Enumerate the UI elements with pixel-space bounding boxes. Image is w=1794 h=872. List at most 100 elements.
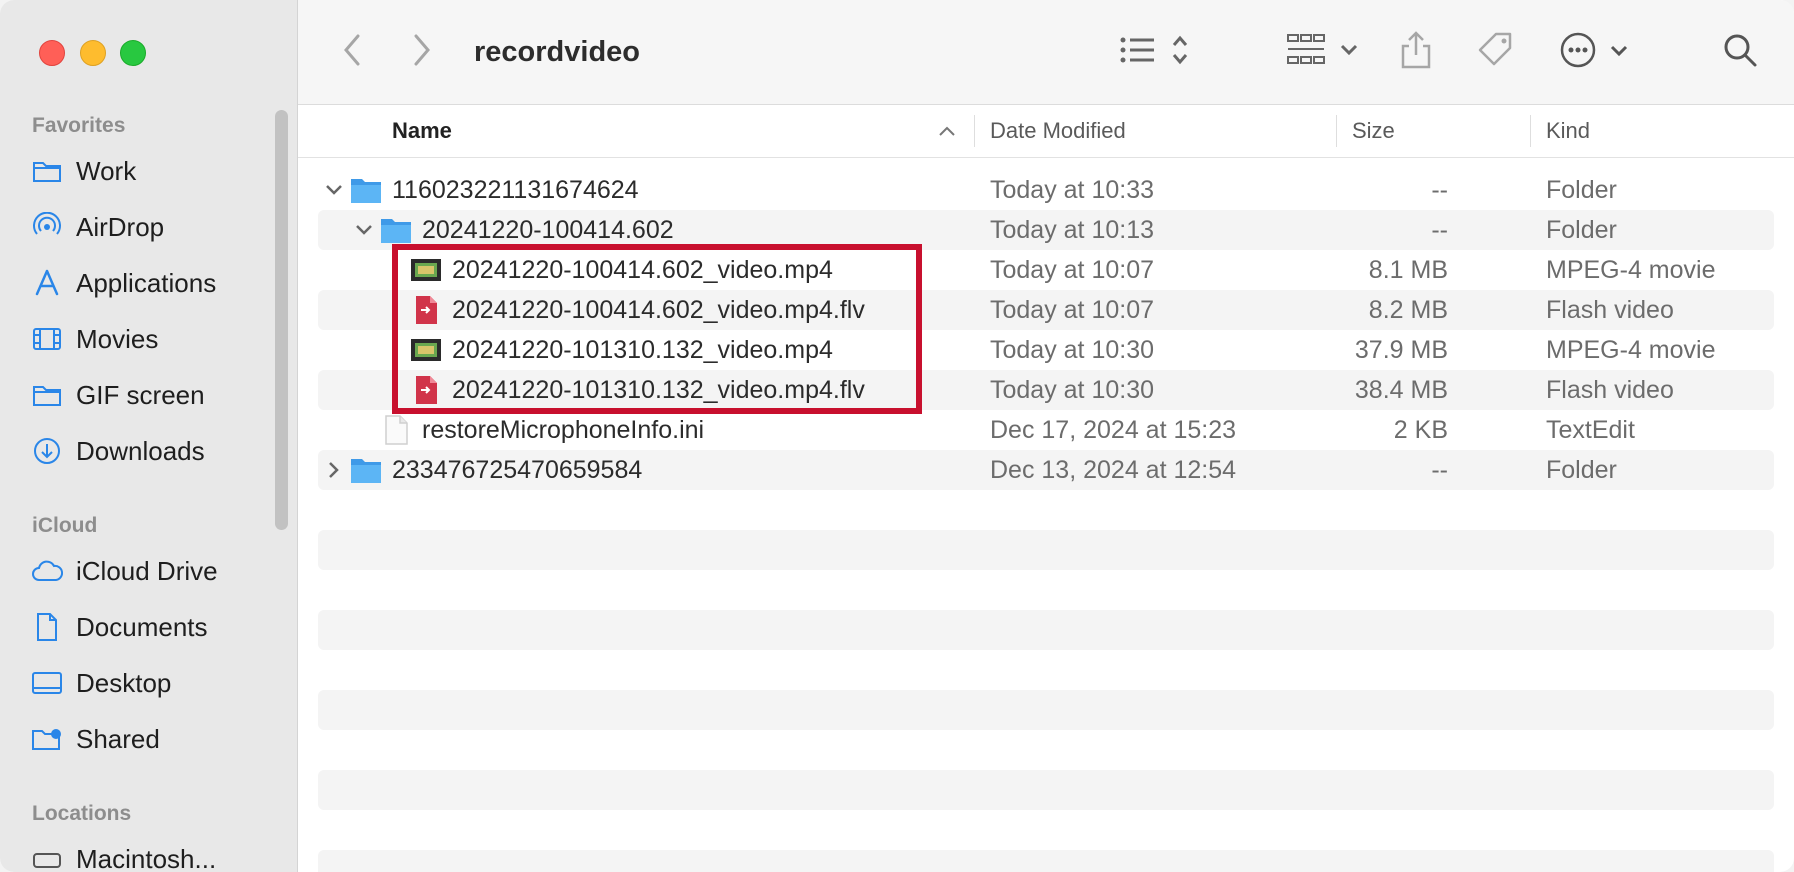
chevron-right-icon (412, 33, 432, 72)
text-file-icon (380, 415, 412, 445)
file-size: 38.4 MB (1354, 375, 1448, 404)
window-title: recordvideo (474, 36, 640, 68)
folder-icon (30, 380, 64, 410)
file-date: Dec 17, 2024 at 15:23 (990, 415, 1237, 444)
sidebar-item-label: Macintosh... (76, 843, 217, 872)
sidebar-section-favorites: Favorites (32, 114, 126, 137)
column-divider[interactable] (1336, 115, 1337, 147)
sidebar-item-downloads[interactable]: Downloads (30, 428, 280, 474)
file-name: 233476725470659584 (392, 455, 643, 484)
file-kind: MPEG-4 movie (1546, 335, 1716, 364)
search-icon (1722, 32, 1758, 73)
sidebar-section-icloud: iCloud (32, 514, 98, 537)
shared-folder-icon (30, 724, 64, 754)
document-icon (30, 612, 64, 642)
share-icon (1400, 30, 1432, 75)
sidebar-item-label: Desktop (76, 667, 172, 698)
file-date: Today at 10:07 (990, 255, 1155, 284)
file-date: Today at 10:07 (990, 295, 1155, 324)
sidebar-item-icloud-drive[interactable]: iCloud Drive (30, 548, 280, 594)
empty-row (318, 770, 1774, 810)
column-size-header[interactable]: Size (1352, 105, 1395, 157)
sidebar-item-gif-screen[interactable]: GIF screen (30, 372, 280, 418)
sidebar-scrollbar[interactable] (275, 110, 288, 530)
sidebar-item-movies[interactable]: Movies (30, 316, 280, 362)
file-row[interactable]: restoreMicrophoneInfo.ini Dec 17, 2024 a… (318, 410, 1774, 450)
file-row[interactable]: 233476725470659584 Dec 13, 2024 at 12:54… (318, 450, 1774, 490)
tag-button[interactable] (1474, 30, 1518, 74)
folder-icon (30, 156, 64, 186)
file-row[interactable]: 116023221131674624 Today at 10:33 -- Fol… (318, 170, 1774, 210)
file-date: Today at 10:13 (990, 215, 1155, 244)
chevron-down-icon[interactable] (323, 170, 345, 210)
sidebar-item-label: Downloads (76, 435, 205, 466)
minimize-window-button[interactable] (80, 40, 106, 66)
folder-icon (350, 175, 382, 205)
sidebar-item-desktop[interactable]: Desktop (30, 660, 280, 706)
column-name-header[interactable]: Name (392, 105, 452, 157)
file-kind: Folder (1546, 175, 1617, 204)
empty-row (318, 530, 1774, 570)
desktop-icon (30, 668, 64, 698)
file-size: 8.1 MB (1368, 255, 1448, 284)
column-divider[interactable] (974, 115, 975, 147)
ellipsis-circle-icon (1560, 30, 1630, 75)
file-name: 116023221131674624 (392, 175, 639, 204)
forward-button[interactable] (408, 30, 436, 74)
sidebar: Favorites Work AirDrop Applications Movi… (0, 0, 298, 872)
zoom-window-button[interactable] (120, 40, 146, 66)
file-size: 8.2 MB (1368, 295, 1448, 324)
column-divider[interactable] (1530, 115, 1531, 147)
file-size: -- (1431, 455, 1448, 484)
sidebar-item-shared[interactable]: Shared (30, 716, 280, 762)
list-view-icon (1118, 33, 1202, 72)
empty-row (318, 850, 1774, 872)
file-name: restoreMicrophoneInfo.ini (422, 415, 705, 444)
sidebar-item-documents[interactable]: Documents (30, 604, 280, 650)
finder-window: Favorites Work AirDrop Applications Movi… (0, 0, 1794, 872)
applications-icon (30, 268, 64, 298)
close-window-button[interactable] (39, 40, 65, 66)
sidebar-item-label: Work (76, 155, 137, 186)
sidebar-item-applications[interactable]: Applications (30, 260, 280, 306)
sidebar-item-airdrop[interactable]: AirDrop (30, 204, 280, 250)
file-kind: Folder (1546, 215, 1617, 244)
more-actions-button[interactable] (1560, 30, 1630, 74)
file-kind: Flash video (1546, 375, 1674, 404)
sidebar-item-label: Shared (76, 723, 160, 754)
file-kind: TextEdit (1546, 415, 1635, 444)
file-size: -- (1431, 175, 1448, 204)
folder-icon (350, 455, 382, 485)
sidebar-item-macintosh-hd[interactable]: Macintosh... (30, 836, 280, 872)
sidebar-item-work[interactable]: Work (30, 148, 280, 194)
file-kind: MPEG-4 movie (1546, 255, 1716, 284)
chevron-right-icon[interactable] (323, 450, 345, 490)
column-date-header[interactable]: Date Modified (990, 105, 1126, 157)
film-icon (30, 324, 64, 354)
sidebar-section-locations: Locations (32, 802, 132, 825)
file-size: 2 KB (1393, 415, 1448, 444)
airdrop-icon (30, 212, 64, 242)
empty-row (318, 610, 1774, 650)
sidebar-item-label: Applications (76, 267, 217, 298)
sort-ascending-icon[interactable] (938, 105, 956, 157)
sidebar-item-label: GIF screen (76, 379, 205, 410)
file-date: Today at 10:30 (990, 335, 1155, 364)
disk-icon (30, 844, 64, 872)
column-header: Name Date Modified Size Kind (298, 105, 1794, 158)
sidebar-item-label: Movies (76, 323, 159, 354)
column-kind-header[interactable]: Kind (1546, 105, 1590, 157)
file-size: 37.9 MB (1354, 335, 1448, 364)
sidebar-item-label: iCloud Drive (76, 555, 218, 586)
sidebar-item-label: AirDrop (76, 211, 165, 242)
back-button[interactable] (338, 30, 366, 74)
view-mode-button[interactable] (1118, 30, 1202, 74)
search-button[interactable] (1720, 30, 1760, 74)
chevron-down-icon[interactable] (353, 210, 375, 250)
share-button[interactable] (1398, 30, 1434, 74)
file-kind: Folder (1546, 455, 1617, 484)
chevron-left-icon (342, 33, 362, 72)
file-date: Today at 10:30 (990, 375, 1155, 404)
file-kind: Flash video (1546, 295, 1674, 324)
group-by-button[interactable] (1286, 30, 1362, 74)
